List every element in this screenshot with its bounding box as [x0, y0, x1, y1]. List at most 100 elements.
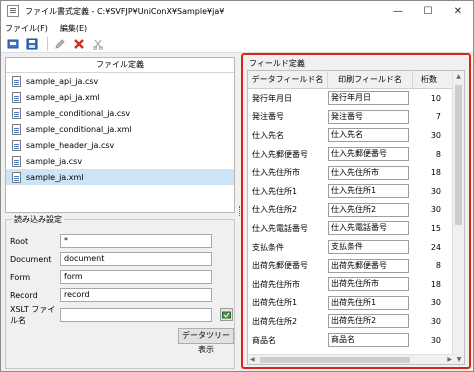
delete-icon[interactable]: [71, 36, 87, 52]
file-icon: [12, 107, 21, 119]
table-row: 出荷先住所市 出荷先住所市 18: [248, 275, 464, 294]
document-input[interactable]: document: [60, 252, 212, 266]
digits-cell: 30: [430, 130, 441, 140]
file-list-item[interactable]: sample_header_ja.csv: [6, 137, 234, 153]
read-settings-group: 読み込み設定 Root * Document document Form for…: [5, 214, 235, 369]
print-field-input[interactable]: 発注番号: [328, 109, 409, 124]
folder-icon: [222, 311, 231, 319]
scroll-left-icon[interactable]: ◀: [250, 355, 255, 364]
scroll-up-icon[interactable]: ▲: [453, 71, 464, 83]
column-print-field[interactable]: 印刷フィールド名: [328, 71, 413, 88]
table-row: 仕入先住所1 仕入先住所1 30: [248, 182, 464, 201]
root-label: Root: [10, 236, 29, 246]
file-list-panel: ファイル定義 sample_api_ja.csv sample_api_ja.xm…: [5, 57, 235, 213]
table-row: 発行年月日 発行年月日 10: [248, 89, 464, 108]
scroll-down-icon[interactable]: ▼: [453, 354, 464, 364]
toolbar: [1, 35, 473, 53]
table-row: 仕入先電話番号 仕入先電話番号 15: [248, 219, 464, 238]
form-input[interactable]: form: [60, 270, 212, 284]
data-field-name-cell: 商品名: [252, 335, 276, 345]
file-list-header: ファイル定義: [6, 58, 234, 73]
browse-file-button[interactable]: [220, 308, 233, 321]
file-name: sample_api_ja.csv: [26, 76, 99, 86]
xslt-input[interactable]: [60, 308, 212, 322]
print-field-cell: 出荷先住所2: [328, 314, 413, 329]
digits-cell: 30: [430, 335, 441, 345]
print-field-input[interactable]: 出荷先住所2: [328, 314, 409, 329]
table-row: 仕入先住所2 仕入先住所2 30: [248, 201, 464, 220]
table-row: 仕入先住所市 仕入先住所市 18: [248, 163, 464, 182]
file-list-item[interactable]: sample_conditional_ja.csv: [6, 105, 234, 121]
edit-icon[interactable]: [52, 36, 68, 52]
file-name: sample_conditional_ja.xml: [26, 124, 132, 134]
field-grid: データフィールド名 印刷フィールド名 桁数 発行年月日 発行年月日 10 発注番号 発注…: [247, 70, 465, 365]
file-list-item[interactable]: sample_conditional_ja.xml: [6, 121, 234, 137]
data-field-name-cell: 仕入先電話番号: [252, 223, 308, 233]
save-icon[interactable]: [24, 36, 40, 52]
print-field-input[interactable]: 仕入先住所市: [328, 165, 409, 180]
horizontal-scrollbar[interactable]: ◀ ▶: [248, 354, 454, 364]
minimize-button[interactable]: —: [383, 1, 413, 21]
print-field-input[interactable]: 出荷先住所1: [328, 295, 409, 310]
root-input[interactable]: *: [60, 234, 212, 248]
vertical-scrollbar[interactable]: ▲ ▼: [452, 71, 464, 364]
print-field-cell: 仕入先郵便番号: [328, 147, 413, 162]
print-field-input[interactable]: 支払条件: [328, 240, 409, 255]
digits-cell: 30: [430, 205, 441, 215]
horizontal-scroll-thumb[interactable]: [260, 357, 410, 363]
print-field-input[interactable]: 出荷先住所市: [328, 277, 409, 292]
data-field-name-cell: 出荷先住所1: [252, 298, 298, 308]
table-row: 発注番号 発注番号 7: [248, 108, 464, 127]
print-field-input[interactable]: 出荷先郵便番号: [328, 258, 409, 273]
file-list-item[interactable]: sample_api_ja.csv: [6, 73, 234, 89]
digits-cell: 8: [435, 261, 441, 271]
record-input[interactable]: record: [60, 288, 212, 302]
column-digits[interactable]: 桁数: [413, 71, 445, 88]
cut-icon[interactable]: [90, 36, 106, 52]
app-icon: [7, 5, 19, 17]
window-controls: — ☐ ✕: [383, 1, 473, 21]
print-field-cell: 仕入先住所市: [328, 165, 413, 180]
data-field-name-cell: 仕入先住所2: [252, 205, 298, 215]
field-definition-group: フィールド定義 データフィールド名 印刷フィールド名 桁数 発行年月日 発行年月日…: [241, 53, 471, 369]
print-field-input[interactable]: 仕入先郵便番号: [328, 147, 409, 162]
print-field-input[interactable]: 仕入先電話番号: [328, 221, 409, 236]
data-field-name-cell: 発注番号: [252, 112, 284, 122]
read-settings-title: 読み込み設定: [12, 214, 64, 225]
file-list-item[interactable]: sample_ja.csv: [6, 153, 234, 169]
file-list-item[interactable]: sample_api_ja.xml: [6, 89, 234, 105]
digits-cell: 30: [430, 316, 441, 326]
table-row: 支払条件 支払条件 24: [248, 238, 464, 257]
menu-edit[interactable]: 編集(E): [60, 23, 87, 34]
file-list-item[interactable]: sample_ja.xml: [6, 169, 234, 185]
vertical-scroll-thumb[interactable]: [455, 85, 462, 225]
document-row: Document document: [10, 252, 212, 266]
file-icon: [12, 139, 21, 151]
data-tree-button[interactable]: データツリー表示: [178, 328, 234, 354]
data-field-name-cell: 出荷先住所市: [252, 279, 300, 289]
print-field-input[interactable]: 仕入先住所1: [328, 184, 409, 199]
print-field-input[interactable]: 商品名: [328, 333, 409, 348]
column-data-field[interactable]: データフィールド名: [248, 71, 328, 88]
menu-file[interactable]: ファイル(F): [5, 23, 48, 34]
maximize-button[interactable]: ☐: [413, 1, 443, 21]
digits-cell: 8: [435, 149, 441, 159]
table-row: 仕入先郵便番号 仕入先郵便番号 8: [248, 145, 464, 164]
file-icon: [12, 75, 21, 87]
print-field-input[interactable]: 仕入先住所2: [328, 202, 409, 217]
scroll-right-icon[interactable]: ▶: [447, 355, 452, 364]
app-window: ファイル書式定義 - C:¥SVFJP¥UniConX¥Sample¥ja¥ —…: [0, 0, 474, 372]
data-field-name-cell: 発行年月日: [252, 93, 292, 103]
digits-cell: 7: [435, 112, 441, 122]
print-field-input[interactable]: 仕入先名: [328, 128, 409, 143]
print-field-cell: 仕入先名: [328, 128, 413, 143]
print-field-cell: 出荷先住所市: [328, 277, 413, 292]
digits-cell: 24: [430, 242, 441, 252]
open-icon[interactable]: [5, 36, 21, 52]
data-field-name-cell: 仕入先名: [252, 130, 284, 140]
file-icon: [12, 123, 21, 135]
close-button[interactable]: ✕: [443, 1, 473, 21]
digits-cell: 18: [430, 168, 441, 178]
file-icon: [12, 171, 21, 183]
print-field-input[interactable]: 発行年月日: [328, 91, 409, 106]
